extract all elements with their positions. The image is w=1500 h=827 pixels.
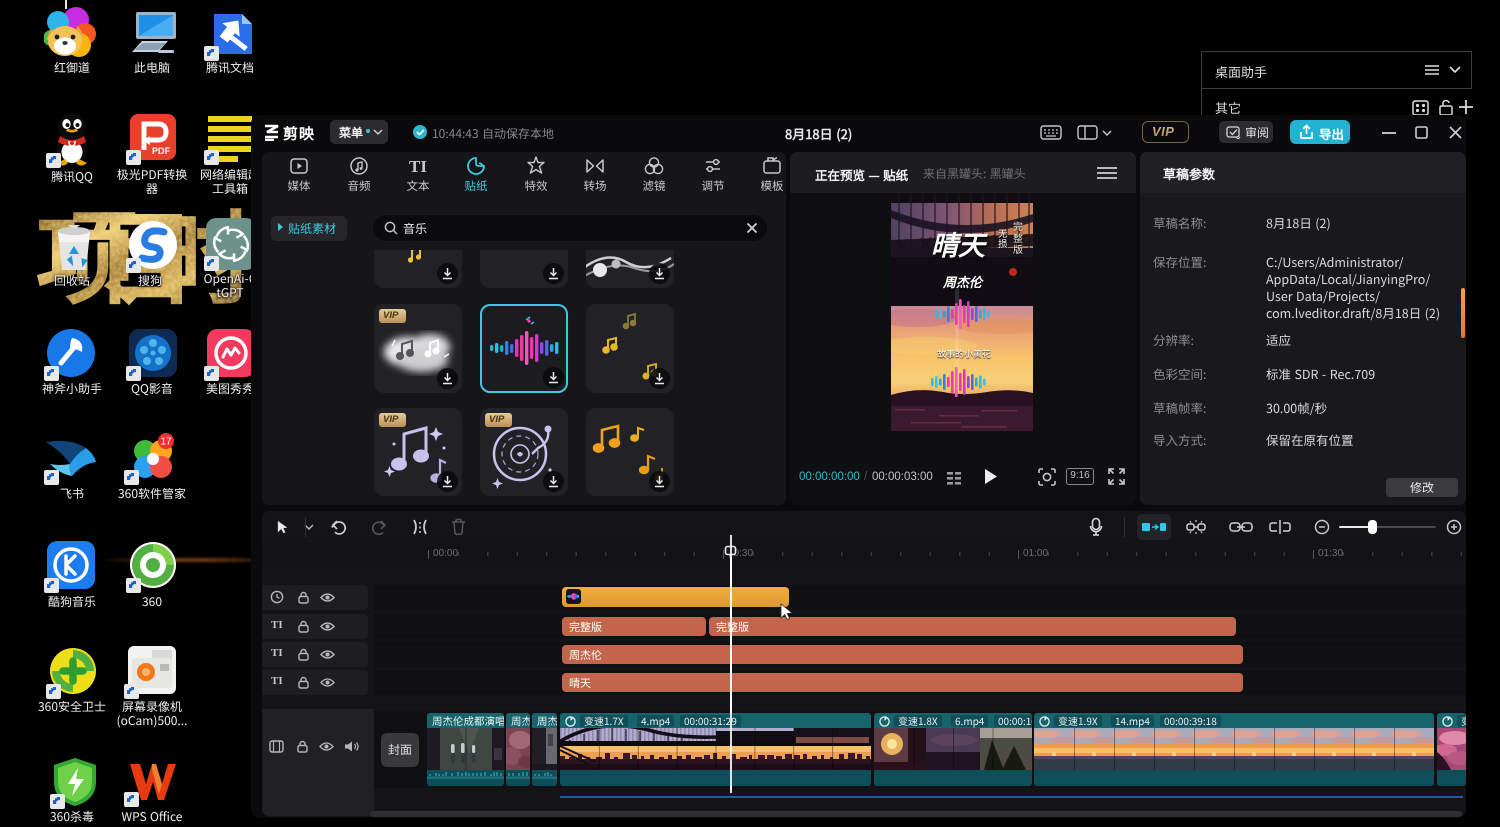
svg-text:17: 17 [160,437,172,448]
svg-text:TI: TI [409,157,427,176]
svg-text:PDF: PDF [152,146,171,156]
